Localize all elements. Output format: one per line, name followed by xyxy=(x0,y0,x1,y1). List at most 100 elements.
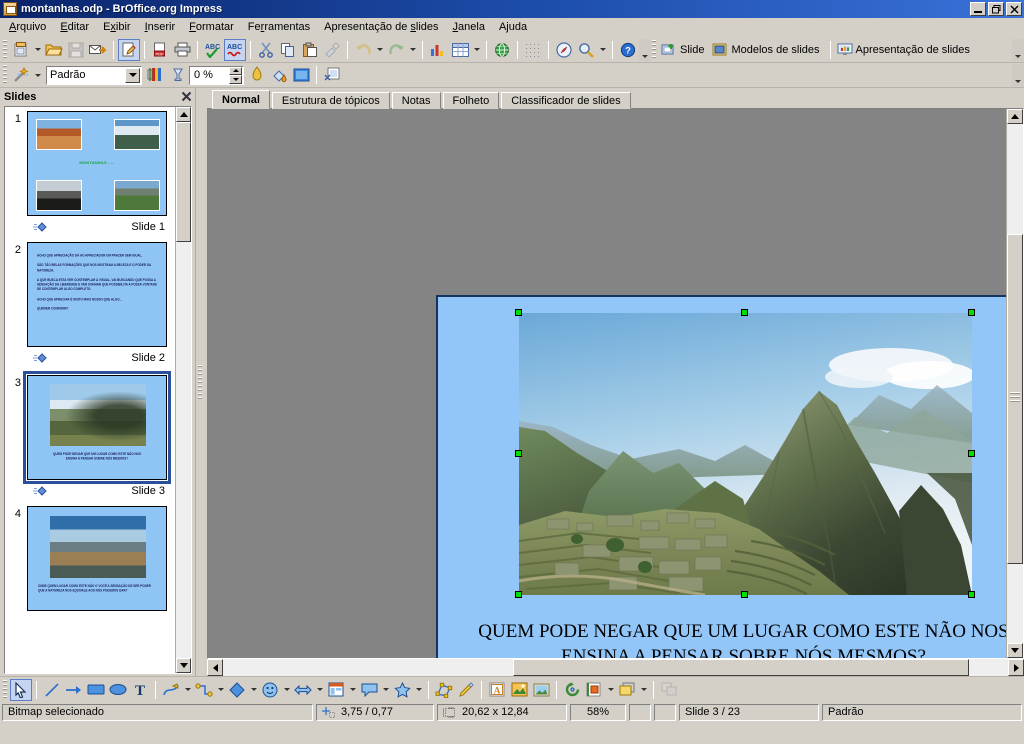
save-icon[interactable] xyxy=(65,39,87,61)
selection-handle-sw[interactable] xyxy=(515,591,522,598)
wizard-dropdown[interactable] xyxy=(32,64,43,86)
zoom-dropdown[interactable] xyxy=(597,39,608,61)
select-icon[interactable] xyxy=(10,678,32,701)
line-fill-toolbar-grip[interactable] xyxy=(3,65,7,85)
canvas-scroll-right-button[interactable] xyxy=(1008,659,1024,676)
line-fill-toolbar-overflow[interactable] xyxy=(1012,64,1024,86)
symbol-shapes-dropdown[interactable] xyxy=(281,679,292,701)
cut-icon[interactable] xyxy=(255,39,277,61)
signature-field[interactable] xyxy=(654,703,676,721)
menu-exibir[interactable]: Exibir xyxy=(96,19,138,36)
list-item[interactable]: 4 ONDE QUEM LUGAR COMO ESTE NÃO O VOCÊ A… xyxy=(5,502,175,633)
text-icon[interactable]: T xyxy=(129,679,151,701)
new-slide-button[interactable]: Slide xyxy=(659,39,710,61)
line-icon[interactable] xyxy=(41,679,63,701)
slides-panel-scrollbar[interactable] xyxy=(175,107,191,673)
connector-icon[interactable] xyxy=(193,679,215,701)
select-at-least-two-icon[interactable] xyxy=(658,679,680,701)
restore-button[interactable] xyxy=(988,2,1004,16)
shadow-icon[interactable] xyxy=(246,64,268,86)
graphics-style-dropdown-arrow[interactable] xyxy=(125,67,140,83)
gluepoints-icon[interactable] xyxy=(455,679,477,701)
cursor-position-field[interactable]: 3,75 / 0,77 xyxy=(316,703,434,721)
slide-transition-icon[interactable] xyxy=(33,222,47,232)
list-item[interactable]: 3 QUEM PODE NEGAR QUE UM LUGAR COMO ESTE… xyxy=(5,369,175,502)
arrange-dropdown[interactable] xyxy=(638,679,649,701)
connector-dropdown[interactable] xyxy=(215,679,226,701)
start-slideshow-button[interactable]: Apresentação de slides xyxy=(835,39,976,61)
wizard-icon[interactable] xyxy=(10,64,32,86)
selection-handle-e[interactable] xyxy=(968,450,975,457)
rotate-icon[interactable] xyxy=(561,679,583,701)
flowchart-icon[interactable] xyxy=(325,679,347,701)
drawing-toolbar-grip[interactable] xyxy=(3,679,7,700)
menu-janela[interactable]: Janela xyxy=(446,19,492,36)
basic-shapes-icon[interactable] xyxy=(226,679,248,701)
area-style-icon[interactable] xyxy=(290,64,312,86)
arrow-icon[interactable] xyxy=(63,679,85,701)
tab-classificador-de-slides[interactable]: Classificador de slides xyxy=(501,92,631,109)
slide-thumbnail-2[interactable]: ACHO QUE APRECIAÇÃO DÁ AO APRECIADOR UM … xyxy=(27,242,167,347)
menu-inserir[interactable]: Inserir xyxy=(138,19,183,36)
callouts-dropdown[interactable] xyxy=(380,679,391,701)
zoom-field[interactable]: 58% xyxy=(570,703,626,721)
canvas-horizontal-scrollbar[interactable] xyxy=(207,659,1024,676)
scroll-track[interactable] xyxy=(176,122,191,658)
canvas-scroll-down-button[interactable] xyxy=(1007,643,1023,658)
edit-file-icon[interactable] xyxy=(118,38,140,61)
tab-estrutura-de-topicos[interactable]: Estrutura de tópicos xyxy=(271,92,390,109)
slide-transition-icon[interactable] xyxy=(33,486,47,496)
print-icon[interactable] xyxy=(171,39,193,61)
fill-icon[interactable] xyxy=(268,64,290,86)
symbol-shapes-icon[interactable] xyxy=(259,679,281,701)
scroll-down-button[interactable] xyxy=(176,658,191,673)
menu-arquivo[interactable]: Arquivo xyxy=(2,19,53,36)
ellipse-icon[interactable] xyxy=(107,679,129,701)
tab-folheto[interactable]: Folheto xyxy=(442,92,500,109)
tab-normal[interactable]: Normal xyxy=(212,90,270,109)
close-icon[interactable] xyxy=(180,90,193,103)
alignment-dropdown[interactable] xyxy=(605,679,616,701)
undo-icon[interactable] xyxy=(352,39,374,61)
list-item[interactable]: 1 MONTANHAS ..... Slide 1 xyxy=(5,107,175,238)
points-icon[interactable] xyxy=(433,679,455,701)
table-dropdown[interactable] xyxy=(471,39,482,61)
master-page-field[interactable]: Padrão xyxy=(822,703,1022,721)
undo-dropdown[interactable] xyxy=(374,39,385,61)
slide-master-button[interactable]: Modelos de slides xyxy=(710,39,825,61)
menu-ajuda[interactable]: Ajuda xyxy=(492,19,534,36)
flowchart-dropdown[interactable] xyxy=(347,679,358,701)
scroll-thumb[interactable] xyxy=(176,122,191,242)
scroll-up-button[interactable] xyxy=(176,107,191,122)
stars-icon[interactable] xyxy=(391,679,413,701)
line-color-icon[interactable] xyxy=(145,64,167,86)
menu-editar[interactable]: Editar xyxy=(53,19,96,36)
canvas-split-handle[interactable] xyxy=(1010,392,1020,404)
basic-shapes-dropdown[interactable] xyxy=(248,679,259,701)
gallery-icon[interactable] xyxy=(530,679,552,701)
selection-handle-n[interactable] xyxy=(741,309,748,316)
transparency-down[interactable] xyxy=(229,75,242,84)
autospellcheck-icon[interactable]: ABC xyxy=(224,38,246,61)
machu-picchu-photo[interactable] xyxy=(519,313,972,595)
slide-thumbnail-3[interactable]: QUEM PODE NEGAR QUE UM LUGAR COMO ESTE N… xyxy=(23,371,171,484)
tab-notas[interactable]: Notas xyxy=(391,92,441,109)
callouts-icon[interactable] xyxy=(358,679,380,701)
transparency-icon[interactable] xyxy=(167,64,189,86)
redo-dropdown[interactable] xyxy=(407,39,418,61)
canvas-vertical-scrollbar[interactable] xyxy=(1006,109,1023,658)
standard-toolbar-overflow[interactable] xyxy=(639,38,651,61)
redo-icon[interactable] xyxy=(385,39,407,61)
canvas-scroll-left-button[interactable] xyxy=(207,659,223,676)
list-item[interactable]: 2 ACHO QUE APRECIAÇÃO DÁ AO APRECIADOR U… xyxy=(5,238,175,369)
menu-formatar[interactable]: Formatar xyxy=(182,19,241,36)
transparency-stepper[interactable] xyxy=(229,66,242,84)
slide-caption-textbox[interactable]: QUEM PODE NEGAR QUE UM LUGAR COMO ESTE N… xyxy=(458,619,1006,658)
panel-splitter[interactable] xyxy=(196,88,204,676)
slide-editing-area[interactable]: QUEM PODE NEGAR QUE UM LUGAR COMO ESTE N… xyxy=(436,295,1006,658)
toolbar-grip[interactable] xyxy=(3,39,7,60)
transparency-up[interactable] xyxy=(229,66,242,75)
new-document-icon[interactable] xyxy=(10,39,32,61)
help-icon[interactable]: ? xyxy=(617,39,639,61)
graphics-style-combo[interactable]: Padrão xyxy=(46,65,142,85)
